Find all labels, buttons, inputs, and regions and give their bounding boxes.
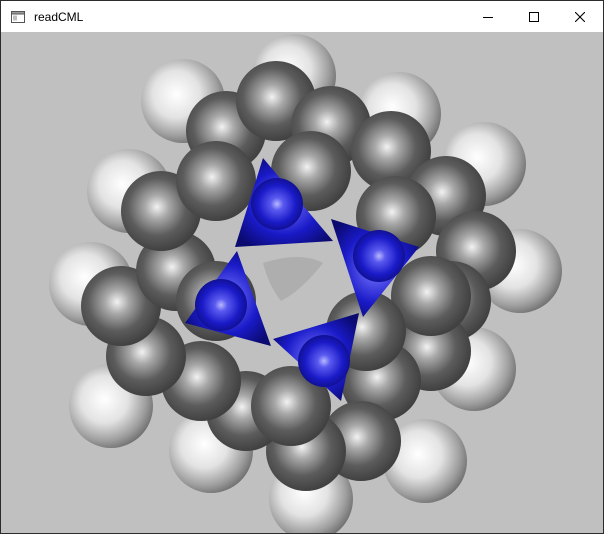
render-viewport[interactable] xyxy=(1,32,603,533)
central-cavity xyxy=(263,257,323,301)
carbon-atom xyxy=(176,141,256,221)
close-button[interactable] xyxy=(557,1,603,32)
close-icon xyxy=(575,11,585,22)
nitrogen-atom xyxy=(353,230,405,282)
app-window: readCML xyxy=(0,0,604,534)
nitrogen-atom xyxy=(195,279,247,331)
maximize-icon xyxy=(529,11,539,22)
maximize-button[interactable] xyxy=(511,1,557,32)
molecule-render[interactable] xyxy=(1,32,603,533)
window-title: readCML xyxy=(34,9,84,24)
title-bar[interactable]: readCML xyxy=(1,1,603,32)
minimize-icon xyxy=(483,16,493,18)
minimize-button[interactable] xyxy=(465,1,511,32)
app-window-icon xyxy=(10,9,26,25)
nitrogen-atom xyxy=(298,335,350,387)
nitrogen-atom xyxy=(251,178,303,230)
